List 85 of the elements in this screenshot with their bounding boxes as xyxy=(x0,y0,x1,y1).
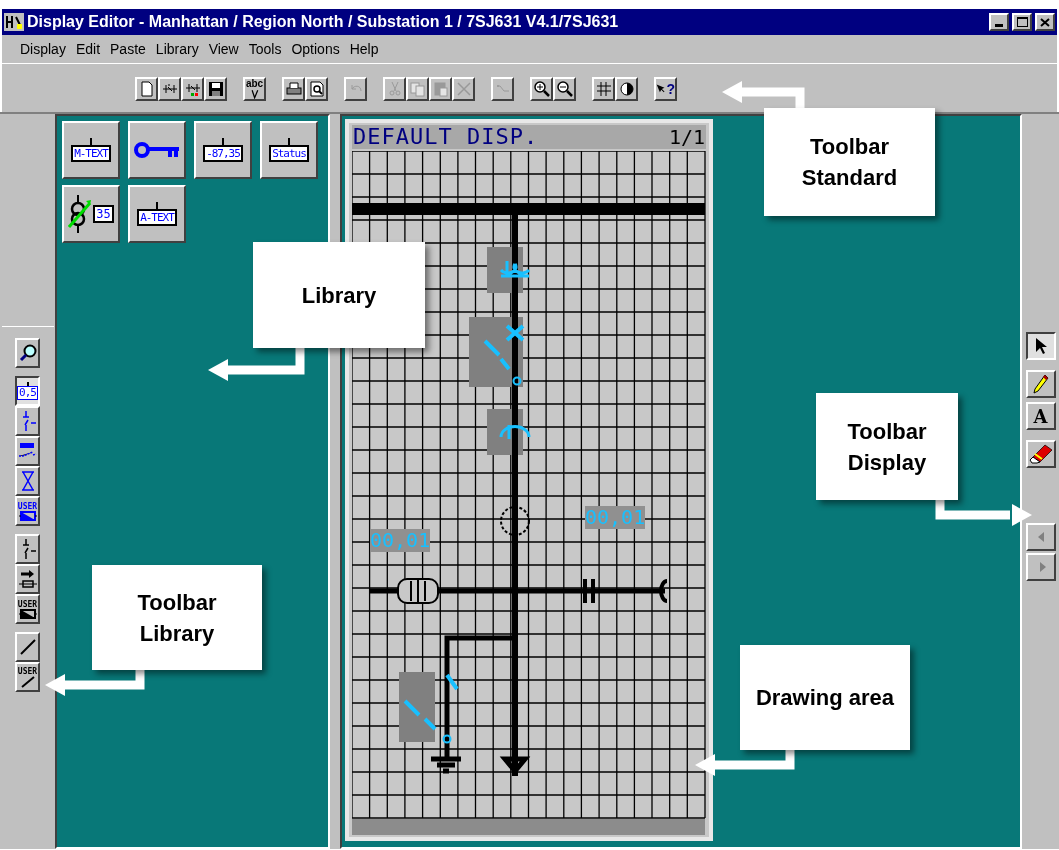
line-icon xyxy=(19,675,36,688)
page-icon xyxy=(138,81,155,97)
menu-item[interactable]: Display xyxy=(16,38,70,60)
toolbar-button[interactable] xyxy=(15,406,40,436)
callout-label: Toolbar Display xyxy=(816,393,958,500)
toolbar-button[interactable] xyxy=(15,338,40,368)
clipboard-icon xyxy=(432,81,449,97)
fuse-arrow-icon xyxy=(17,569,38,589)
toolbar-button[interactable] xyxy=(158,77,181,101)
toolbar-button[interactable] xyxy=(15,436,40,466)
menu-item[interactable]: Edit xyxy=(71,38,105,60)
transformer-icon xyxy=(68,195,93,233)
display-title: DEFAULT DISP. xyxy=(353,125,539,149)
symbol-label: -87,35 xyxy=(203,145,243,162)
symbol-button[interactable]: M-TEXT xyxy=(62,121,120,179)
cross-icon xyxy=(455,81,472,97)
toolbar-button[interactable] xyxy=(15,632,40,662)
toolbar-button[interactable] xyxy=(15,564,40,594)
window-title: Display Editor - Manhattan / Region North / Substation 1 / 7SJ631 V4.1/7SJ631 xyxy=(27,12,619,32)
symbol-label: 35 xyxy=(93,205,114,223)
toolbar-button[interactable]: USER xyxy=(15,662,40,692)
maximize-icon xyxy=(1016,17,1028,27)
callout-label: Library xyxy=(253,242,425,348)
page-number: 1/1 xyxy=(668,125,705,149)
minimize-icon xyxy=(995,24,1003,27)
toolbar-button[interactable] xyxy=(135,77,158,101)
toolbar-button[interactable] xyxy=(615,77,638,101)
copy-icon xyxy=(409,81,426,97)
menu-item[interactable]: View xyxy=(204,38,243,60)
pencil-icon xyxy=(1032,374,1049,394)
callout-label: Drawing area xyxy=(740,645,910,750)
zoom-out-icon xyxy=(556,81,573,97)
magnifier-icon xyxy=(18,344,37,362)
symbol-button[interactable] xyxy=(128,121,186,179)
minimize-button[interactable] xyxy=(989,13,1009,31)
maximize-button[interactable] xyxy=(1012,13,1032,31)
callout-label: Toolbar Standard xyxy=(764,108,935,216)
menu-item[interactable]: Options xyxy=(287,38,344,60)
toolbar-button[interactable] xyxy=(181,77,204,101)
measured-value: 00,01 xyxy=(585,506,646,529)
symbol-button[interactable]: Status xyxy=(260,121,318,179)
symbol-label: M-TEXT xyxy=(71,145,111,162)
block-icon xyxy=(18,608,37,619)
pointer-icon xyxy=(1033,337,1048,355)
toolbar-button[interactable] xyxy=(553,77,576,101)
toolbar-button[interactable]: ? xyxy=(654,77,677,101)
close-icon xyxy=(1040,17,1050,27)
hourglass-icon xyxy=(19,471,36,491)
close-button[interactable] xyxy=(1035,13,1055,31)
toolbar-button[interactable]: USER xyxy=(15,594,40,624)
grid-icon xyxy=(595,81,612,97)
symbol-button[interactable]: A-TEXT xyxy=(128,185,186,243)
toolbar-button[interactable] xyxy=(204,77,227,101)
toolbar-button[interactable] xyxy=(592,77,615,101)
key-icon xyxy=(134,141,180,159)
menu-item[interactable]: Library xyxy=(151,38,203,60)
tool-button[interactable]: A xyxy=(1025,402,1056,430)
toolbar-button[interactable] xyxy=(282,77,305,101)
printer-icon xyxy=(285,81,302,97)
tool-button[interactable] xyxy=(1025,332,1056,360)
symbol-label: Status xyxy=(269,145,309,162)
symbol-icon xyxy=(184,81,201,97)
toolbar-button[interactable] xyxy=(530,77,553,101)
symbol-button[interactable]: -87,35 xyxy=(194,121,252,179)
toolbar-button[interactable] xyxy=(15,466,40,496)
menu-item[interactable]: Paste xyxy=(106,38,150,60)
zoom-in-icon xyxy=(533,81,550,97)
contrast-icon xyxy=(618,81,635,97)
toolbar-button[interactable]: abc xyxy=(243,77,266,101)
menu-item[interactable]: Help xyxy=(345,38,383,60)
toolbar-button[interactable]: USER xyxy=(15,496,40,526)
symbol-label: A-TEXT xyxy=(137,209,177,226)
eraser-icon xyxy=(1028,444,1053,464)
magnifier-page-icon xyxy=(308,81,325,97)
menu-item[interactable]: Tools xyxy=(244,38,286,60)
symbol-button[interactable]: 35 xyxy=(62,185,120,243)
block-icon xyxy=(18,510,37,521)
toolbar-button[interactable]: 0,5 xyxy=(15,376,40,406)
toolbar-button[interactable] xyxy=(305,77,328,101)
callout-label: Toolbar Library xyxy=(92,565,262,670)
toolbar-button[interactable] xyxy=(15,534,40,564)
line-icon xyxy=(18,638,37,656)
app-icon xyxy=(4,13,24,31)
measured-value: 00,01 xyxy=(370,529,431,552)
scissors-icon xyxy=(386,81,403,97)
